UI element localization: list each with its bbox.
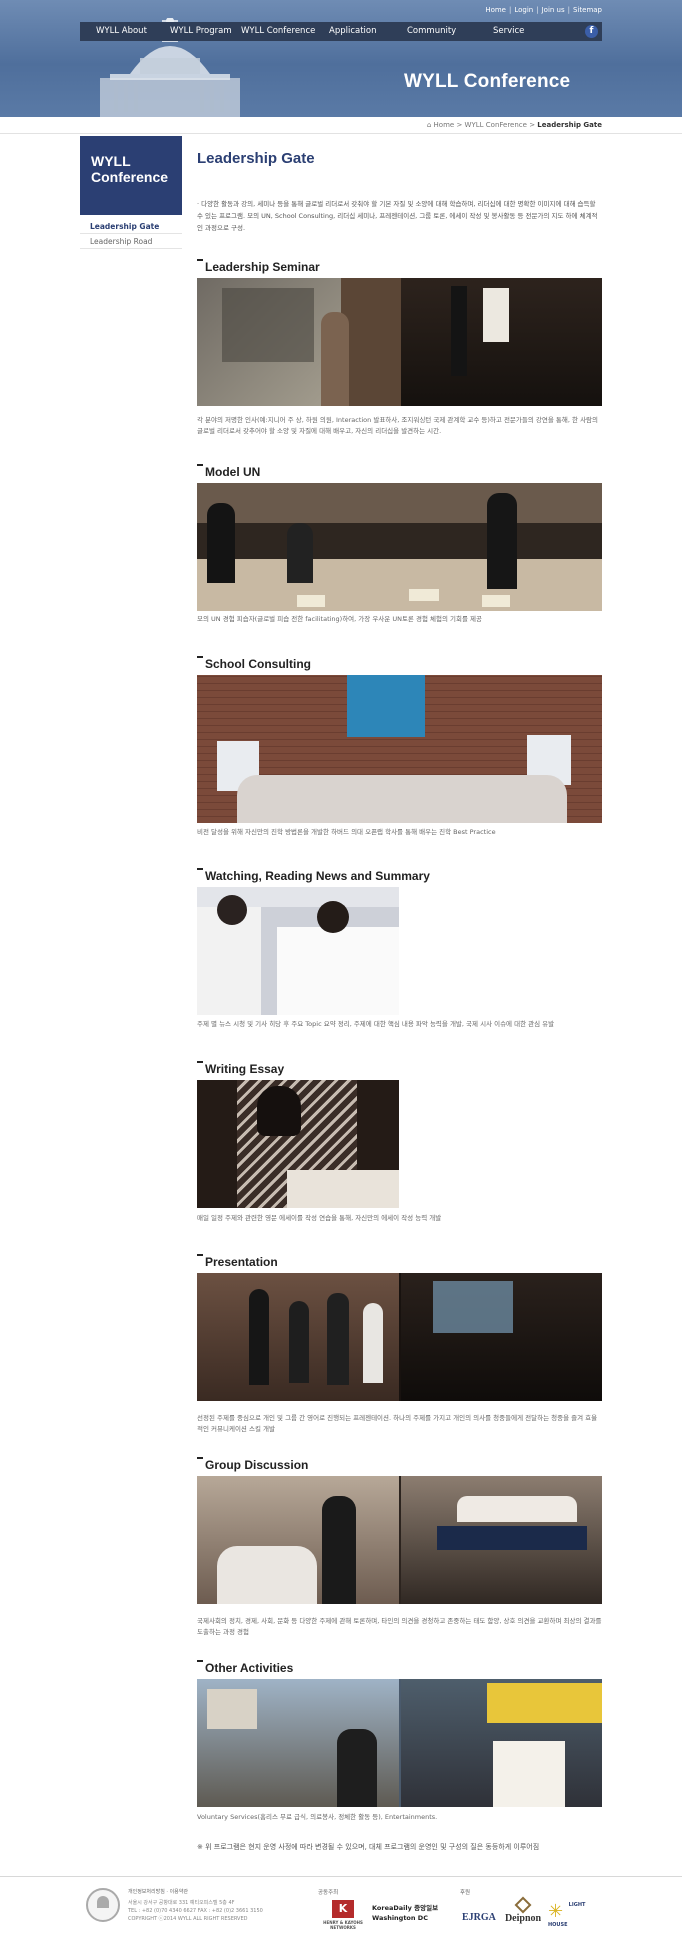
sponsor-label: 공동주최 [318, 1890, 339, 1896]
section-description: 모의 UN 경험 피습자(글로벌 피습 전한 facilitating)하여, … [197, 615, 482, 623]
korea-daily-logo[interactable]: KoreaDaily 중앙일보 Washington DC [372, 1903, 446, 1923]
nav-wyll-about[interactable]: WYLL About [96, 22, 147, 41]
footer-policy-links[interactable]: 개인정보처리방침 · 이용약관 [128, 1888, 263, 1896]
light-house-logo[interactable]: ✳ LIGHT HOUSE [548, 1902, 598, 1941]
section-description: 주제 별 뉴스 시청 및 기사 히당 후 주요 Topic 요약 정리, 주제에… [197, 1020, 555, 1028]
writing-essay-photo [197, 1080, 399, 1208]
section-title: Model UN [205, 465, 261, 479]
section-model-un: Model UN 모의 UN 경험 피습자(글로벌 피습 전한 facilita… [197, 463, 602, 628]
sidebar-menu: Leadership Gate Leadership Road [80, 219, 182, 249]
breadcrumb-home[interactable]: Home [434, 121, 455, 129]
henry-kayohs-logo[interactable]: K HENRY & KAYOHS NETWORKS [318, 1900, 368, 1930]
sitemap-link[interactable]: Sitemap [573, 6, 602, 14]
support-label: 후원 [460, 1890, 471, 1896]
seminar-photo [197, 278, 602, 406]
section-description: 매일 일정 주제와 관련한 영문 에세이를 작성 연습을 통해, 자신만의 에세… [197, 1214, 442, 1222]
breadcrumb-current: Leadership Gate [537, 121, 602, 129]
breadcrumb-conference[interactable]: WYLL ConFerence [465, 121, 527, 129]
footer-divider [0, 1876, 682, 1877]
model-un-photo [197, 483, 602, 611]
footer-address: 서울시 강서구 공항대로 331 예티오피스텔 5층 4F [128, 1900, 235, 1906]
other-activities-photo [197, 1679, 602, 1807]
section-watching-reading-news: Watching, Reading News and Summary 주제 별 … [197, 867, 602, 1042]
breadcrumb: ⌂ Home > WYLL ConFerence > Leadership Ga… [426, 121, 602, 129]
main-navigation: WYLL About WYLL Program WYLL Conference … [80, 22, 602, 41]
section-presentation: Presentation 선정된 주제를 중심으로 개인 및 그룹 간 영어로 … [197, 1253, 602, 1443]
footer-copyright: COPYRIGHT ⓒ2014 WYLL ALL RIGHT RESERVED [128, 1916, 248, 1922]
nav-service[interactable]: Service [493, 22, 524, 41]
school-consulting-photo [197, 675, 602, 823]
presentation-photo [197, 1273, 602, 1401]
section-school-consulting: School Consulting 비전 달성을 위해 자신만의 진학 방법론을… [197, 655, 602, 845]
section-title: Watching, Reading News and Summary [205, 869, 430, 883]
facebook-icon[interactable]: f [585, 25, 598, 38]
section-title: Group Discussion [205, 1458, 309, 1472]
site-header: Home | Login | Join us | Sitemap WYLL About WY… [0, 0, 682, 117]
deipnon-logo[interactable]: Deipnon [503, 1896, 543, 1924]
section-group-discussion: Group Discussion 국제사회의 정치, 경제, 사회, 문화 등 … [197, 1456, 602, 1646]
sidebar-item-leadership-gate[interactable]: Leadership Gate [80, 219, 182, 234]
section-title: Other Activities [205, 1661, 294, 1675]
nav-wyll-program[interactable]: WYLL Program [170, 22, 232, 41]
main-content: Leadership Gate · 다양한 활동과 강의, 세미나 등을 통해 … [197, 150, 602, 1851]
section-writing-essay: Writing Essay 매일 일정 주제와 관련한 영문 에세이를 작성 연… [197, 1060, 602, 1235]
sidebar-title-box: WYLL Conference [80, 136, 182, 215]
footer-contact: TEL : +82 (0)70 4340 6627 FAX : +82 (0)2… [128, 1908, 263, 1914]
news-summary-photo [197, 887, 399, 1015]
sidebar-item-leadership-road[interactable]: Leadership Road [80, 234, 182, 249]
nav-community[interactable]: Community [407, 22, 456, 41]
nav-application[interactable]: Application [329, 22, 377, 41]
footer-info: 개인정보처리방침 · 이용약관 서울시 강서구 공항대로 331 예티오피스텔 … [128, 1888, 263, 1923]
group-discussion-photo [197, 1476, 602, 1604]
section-description: 각 분야의 저명한 인사(예:지니어 주 상, 하원 의원, Interacti… [197, 416, 599, 435]
divider [0, 133, 682, 134]
section-title: Leadership Seminar [205, 260, 320, 274]
login-link[interactable]: Login [514, 6, 533, 14]
home-link[interactable]: Home [485, 6, 506, 14]
section-title: Presentation [205, 1255, 278, 1269]
section-other-activities: Other Activities Voluntary Services(홈리스 … [197, 1659, 602, 1829]
join-link[interactable]: Join us [542, 6, 565, 14]
section-leadership-seminar: Leadership Seminar 각 분야의 저명한 인사(예:지니어 주 … [197, 258, 602, 438]
section-title: School Consulting [205, 657, 311, 671]
page-title: Leadership Gate [197, 150, 315, 167]
nav-wyll-conference[interactable]: WYLL Conference [241, 22, 315, 41]
intro-text: · 다양한 활동과 강의, 세미나 등을 통해 글로벌 리더로서 갖춰야 할 기… [197, 200, 598, 232]
section-title: Writing Essay [205, 1062, 285, 1076]
hero-title: WYLL Conference [404, 71, 571, 92]
utility-links: Home | Login | Join us | Sitemap [485, 6, 602, 14]
wyll-emblem-icon [86, 1888, 120, 1922]
section-description: 선정된 주제를 중심으로 개인 및 그룹 간 영어로 진행되는 프레젠테이션. … [197, 1414, 598, 1433]
section-description: Voluntary Services(홈리스 무료 급식, 의료봉사, 정체한 … [197, 1813, 438, 1821]
ejrga-logo[interactable]: EJRGA [462, 1912, 496, 1923]
section-description: 국제사회의 정치, 경제, 사회, 문화 등 다양한 주제에 관해 토론하며, … [197, 1617, 602, 1636]
section-description: 비전 달성을 위해 자신만의 진학 방법론을 개발한 하버드 의대 오픈랩 학사… [197, 828, 496, 836]
home-icon: ⌂ [426, 121, 432, 129]
sidebar-title: WYLL Conference [91, 153, 169, 185]
program-notice: ※ 위 프로그램은 현지 운영 사정에 따라 변경될 수 있으며, 대체 프로그… [197, 1843, 540, 1851]
